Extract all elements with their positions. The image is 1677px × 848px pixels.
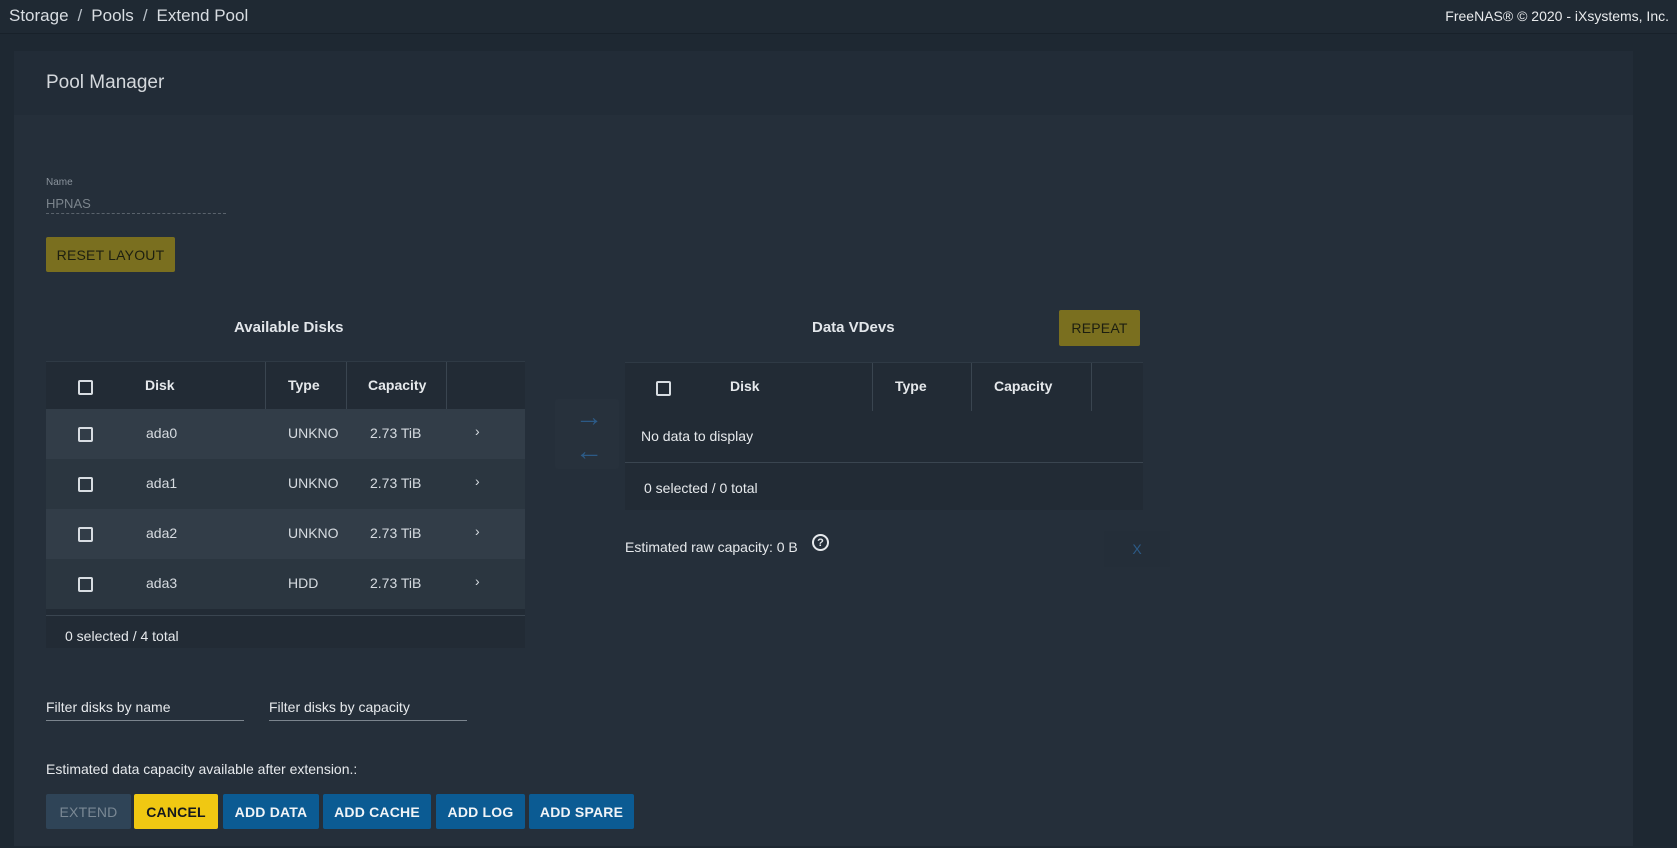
row-checkbox[interactable] bbox=[78, 477, 93, 492]
disk-capacity: 2.73 TiB bbox=[370, 475, 422, 491]
disk-type: UNKNO bbox=[288, 475, 339, 491]
chevron-right-icon[interactable]: › bbox=[475, 573, 480, 589]
estimated-data-capacity: Estimated data capacity available after … bbox=[46, 761, 358, 777]
empty-table-message: No data to display bbox=[641, 428, 754, 444]
table-row[interactable]: ada2 UNKNO 2.73 TiB › bbox=[46, 509, 525, 559]
add-data-button[interactable]: ADD DATA bbox=[223, 794, 319, 829]
chevron-right-icon[interactable]: › bbox=[475, 473, 480, 489]
repeat-button[interactable]: REPEAT bbox=[1059, 310, 1140, 346]
column-header-type[interactable]: Type bbox=[895, 378, 927, 394]
column-header-capacity[interactable]: Capacity bbox=[994, 378, 1052, 394]
row-checkbox[interactable] bbox=[78, 427, 93, 442]
available-disks-table: Disk Type Capacity ada0 UNKNO 2.73 TiB ›… bbox=[46, 361, 525, 648]
data-vdevs-table: Disk Type Capacity No data to display 0 … bbox=[625, 362, 1143, 510]
available-disks-title: Available Disks bbox=[234, 319, 344, 336]
column-header-disk[interactable]: Disk bbox=[730, 378, 760, 394]
top-bar: Storage / Pools / Extend Pool FreeNAS® © 202… bbox=[0, 0, 1677, 34]
breadcrumb: Storage / Pools / Extend Pool bbox=[9, 6, 254, 26]
column-header-type[interactable]: Type bbox=[288, 377, 320, 393]
breadcrumb-extend-pool: Extend Pool bbox=[156, 6, 249, 25]
disk-name: ada1 bbox=[146, 475, 178, 491]
disk-type: UNKNO bbox=[288, 425, 339, 441]
copyright-text: FreeNAS® © 2020 - iXsystems, Inc. bbox=[1445, 8, 1669, 24]
chevron-right-icon[interactable]: › bbox=[475, 523, 480, 539]
card-header: Pool Manager bbox=[14, 51, 1633, 115]
column-divider bbox=[971, 363, 972, 411]
column-divider bbox=[346, 362, 347, 410]
cancel-button[interactable]: CANCEL bbox=[134, 794, 218, 829]
table-row[interactable]: ada0 UNKNO 2.73 TiB › bbox=[46, 409, 525, 459]
disk-capacity: 2.73 TiB bbox=[370, 425, 422, 441]
select-all-checkbox[interactable] bbox=[656, 381, 671, 396]
select-all-checkbox[interactable] bbox=[78, 380, 93, 395]
row-checkbox[interactable] bbox=[78, 527, 93, 542]
remove-vdev-button[interactable]: X bbox=[1104, 531, 1170, 567]
table-row[interactable]: ada3 HDD 2.73 TiB › bbox=[46, 559, 525, 609]
extend-button[interactable]: EXTEND bbox=[46, 794, 131, 829]
row-checkbox[interactable] bbox=[78, 577, 93, 592]
breadcrumb-separator: / bbox=[77, 6, 83, 25]
estimated-raw-capacity: Estimated raw capacity: 0 B bbox=[625, 539, 798, 555]
data-vdevs-title: Data VDevs bbox=[812, 319, 895, 336]
column-divider bbox=[872, 363, 873, 411]
column-divider bbox=[1091, 363, 1092, 411]
selection-count: 0 selected / 4 total bbox=[65, 628, 179, 644]
table-divider bbox=[625, 462, 1143, 463]
disk-capacity: 2.73 TiB bbox=[370, 575, 422, 591]
pool-manager-card: Pool Manager Name HPNAS RESET LAYOUT Ava… bbox=[14, 51, 1633, 846]
selection-count: 0 selected / 0 total bbox=[644, 480, 758, 496]
add-cache-button[interactable]: ADD CACHE bbox=[323, 794, 431, 829]
column-header-disk[interactable]: Disk bbox=[145, 377, 175, 393]
filter-disks-by-capacity-input[interactable]: Filter disks by capacity bbox=[269, 699, 467, 721]
disk-name: ada0 bbox=[146, 425, 178, 441]
column-divider bbox=[265, 362, 266, 410]
arrow-left-icon[interactable]: ← bbox=[575, 435, 603, 467]
breadcrumb-separator: / bbox=[142, 6, 148, 25]
table-divider bbox=[46, 615, 525, 616]
disk-name: ada2 bbox=[146, 525, 178, 541]
table-row[interactable]: ada1 UNKNO 2.73 TiB › bbox=[46, 459, 525, 509]
arrow-right-icon[interactable]: → bbox=[575, 401, 603, 433]
breadcrumb-storage[interactable]: Storage bbox=[9, 6, 69, 25]
column-divider bbox=[446, 362, 447, 410]
column-header-capacity[interactable]: Capacity bbox=[368, 377, 426, 393]
disk-capacity: 2.73 TiB bbox=[370, 525, 422, 541]
move-disks-control: → ← bbox=[555, 399, 619, 469]
reset-layout-button[interactable]: RESET LAYOUT bbox=[46, 237, 175, 272]
add-log-button[interactable]: ADD LOG bbox=[436, 794, 525, 829]
disk-name: ada3 bbox=[146, 575, 178, 591]
filter-disks-by-name-input[interactable]: Filter disks by name bbox=[46, 699, 244, 721]
name-field-label: Name bbox=[46, 177, 73, 188]
name-field: HPNAS bbox=[46, 194, 226, 214]
table-header: Disk Type Capacity bbox=[625, 362, 1143, 411]
disk-type: UNKNO bbox=[288, 525, 339, 541]
table-header: Disk Type Capacity bbox=[46, 361, 525, 410]
breadcrumb-pools[interactable]: Pools bbox=[91, 6, 134, 25]
disk-type: HDD bbox=[288, 575, 319, 591]
chevron-right-icon[interactable]: › bbox=[475, 423, 480, 439]
page-title: Pool Manager bbox=[46, 72, 165, 93]
help-circle-icon[interactable]: ? bbox=[812, 534, 829, 551]
add-spare-button[interactable]: ADD SPARE bbox=[529, 794, 634, 829]
